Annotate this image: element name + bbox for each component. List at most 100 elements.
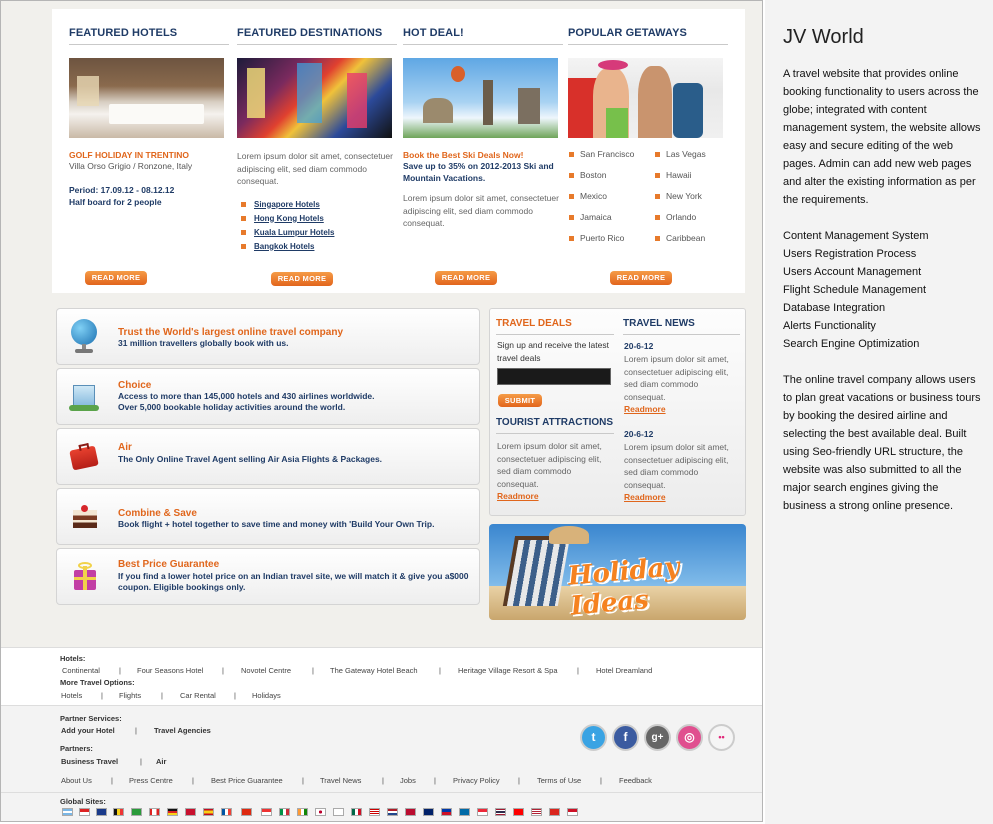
hot-deal-read-more-button[interactable]: READ MORE — [435, 271, 497, 285]
footer-link[interactable]: Jobs — [400, 776, 416, 785]
featured-destinations-heading: FEATURED DESTINATIONS — [237, 9, 397, 45]
getaway-link[interactable]: New York — [655, 191, 702, 201]
family-travel-image[interactable] — [568, 58, 723, 138]
footer-link[interactable]: Flights — [119, 691, 141, 700]
hotel-location: Villa Orso Grigio / Ronzone, Italy — [69, 161, 193, 171]
flag-icon[interactable] — [279, 808, 290, 816]
getaway-link[interactable]: Jamaica — [569, 212, 612, 222]
flag-icon[interactable] — [62, 808, 73, 816]
flag-icon[interactable] — [79, 808, 90, 816]
destination-link[interactable]: Kuala Lumpur Hotels — [237, 226, 397, 240]
holiday-ideas-banner[interactable]: Holiday Ideas — [489, 524, 746, 620]
footer-link[interactable]: Best Price Guarantee — [211, 776, 283, 785]
destination-link[interactable]: Singapore Hotels — [237, 198, 397, 212]
flag-icon[interactable] — [221, 808, 232, 816]
destination-link[interactable]: Bangkok Hotels — [237, 240, 397, 254]
getaways-read-more-button[interactable]: READ MORE — [610, 271, 672, 285]
getaway-link[interactable]: Orlando — [655, 212, 696, 222]
footer-link[interactable]: Add your Hotel — [61, 726, 115, 735]
getaway-link[interactable]: Caribbean — [655, 233, 705, 243]
flag-icon[interactable] — [261, 808, 272, 816]
partners-label: Partners: — [60, 744, 93, 753]
flag-icon[interactable] — [297, 808, 308, 816]
footer-link[interactable]: Travel News — [320, 776, 361, 785]
hotels-read-more-button[interactable]: READ MORE — [85, 271, 147, 285]
flag-icon[interactable] — [185, 808, 196, 816]
flag-icon[interactable] — [459, 808, 470, 816]
flag-icon[interactable] — [351, 808, 362, 816]
footer-link[interactable]: The Gateway Hotel Beach — [330, 666, 418, 675]
footer-link[interactable]: Privacy Policy — [453, 776, 500, 785]
flag-icon[interactable] — [203, 808, 214, 816]
flag-icon[interactable] — [423, 808, 434, 816]
footer-link[interactable]: Air — [156, 757, 166, 766]
dribbble-icon[interactable]: ◎ — [676, 724, 703, 751]
getaway-link[interactable]: Las Vegas — [655, 149, 706, 159]
flag-icon[interactable] — [405, 808, 416, 816]
hotel-offer-tag[interactable]: GOLF HOLIDAY IN TRENTINO — [69, 150, 229, 160]
footer-link[interactable]: Hotels — [61, 691, 82, 700]
footer-link[interactable]: About Us — [61, 776, 92, 785]
hotels-label: Hotels: — [60, 654, 86, 663]
footer-link[interactable]: Travel Agencies — [154, 726, 211, 735]
tourist-readmore-link[interactable]: Readmore — [497, 490, 539, 503]
flag-icon[interactable] — [241, 808, 252, 816]
flag-icon[interactable] — [567, 808, 578, 816]
flag-icon[interactable] — [513, 808, 524, 816]
world-landmarks-image[interactable] — [403, 58, 558, 138]
flag-icon[interactable] — [113, 808, 124, 816]
getaway-link[interactable]: San Francisco — [569, 149, 634, 159]
flag-icon[interactable] — [441, 808, 452, 816]
footer-link[interactable]: Holidays — [252, 691, 281, 700]
featured-hotels-column: FEATURED HOTELS GOLF HOLIDAY IN TRENTINO… — [69, 9, 229, 208]
flag-icon[interactable] — [149, 808, 160, 816]
footer-link[interactable]: Four Seasons Hotel — [137, 666, 203, 675]
footer-link[interactable]: Business Travel — [61, 757, 118, 766]
flag-icon[interactable] — [315, 808, 326, 816]
footer-link[interactable]: Press Centre — [129, 776, 173, 785]
destinations-read-more-button[interactable]: READ MORE — [271, 272, 333, 286]
hot-deal-column: HOT DEAL! Book the Best Ski Deals Now! S… — [403, 9, 563, 230]
suitcase-icon — [67, 442, 101, 476]
flag-icon[interactable] — [477, 808, 488, 816]
destination-link[interactable]: Hong Kong Hotels — [237, 212, 397, 226]
facebook-icon[interactable]: f — [612, 724, 639, 751]
flag-icon[interactable] — [531, 808, 542, 816]
flag-icon[interactable] — [131, 808, 142, 816]
news-readmore-link[interactable]: Readmore — [624, 403, 666, 416]
flag-icon[interactable] — [167, 808, 178, 816]
twitter-icon[interactable]: t — [580, 724, 607, 751]
flickr-icon[interactable]: •• — [708, 724, 735, 751]
feature-trust: Trust the World's largest online travel … — [56, 308, 480, 365]
cake-icon — [67, 500, 101, 534]
city-lights-image[interactable] — [237, 58, 392, 138]
getaway-link[interactable]: Hawaii — [655, 170, 692, 180]
news-readmore-link[interactable]: Readmore — [624, 491, 666, 504]
flag-icon[interactable] — [333, 808, 344, 816]
more-options-label: More Travel Options: — [60, 678, 135, 687]
footer-link[interactable]: Heritage Village Resort & Spa — [458, 666, 558, 675]
email-input[interactable] — [497, 368, 611, 385]
submit-button[interactable]: SUBMIT — [498, 394, 542, 407]
footer-link[interactable]: Continental — [62, 666, 100, 675]
flag-icon[interactable] — [495, 808, 506, 816]
footer-link[interactable]: Terms of Use — [537, 776, 581, 785]
footer-link[interactable]: Hotel Dreamland — [596, 666, 652, 675]
getaway-link[interactable]: Boston — [569, 170, 606, 180]
travel-news-heading: TRAVEL NEWS — [623, 318, 695, 329]
footer-link[interactable]: Feedback — [619, 776, 652, 785]
deals-news-panel: TRAVEL DEALS Sign up and receive the lat… — [489, 308, 746, 516]
ski-deal-tag[interactable]: Book the Best Ski Deals Now! — [403, 150, 563, 160]
footer-link[interactable]: Car Rental — [180, 691, 216, 700]
hotel-room-image[interactable] — [69, 58, 224, 138]
getaway-link[interactable]: Mexico — [569, 191, 607, 201]
google-plus-icon[interactable]: g+ — [644, 724, 671, 751]
global-sites-label: Global Sites: — [60, 797, 106, 806]
flag-icon[interactable] — [387, 808, 398, 816]
footer-partners: Partner Services: Add your Hotel | Trave… — [1, 705, 762, 821]
footer-link[interactable]: Novotel Centre — [241, 666, 291, 675]
getaway-link[interactable]: Puerto Rico — [569, 233, 624, 243]
flag-icon[interactable] — [96, 808, 107, 816]
flag-icon[interactable] — [549, 808, 560, 816]
flag-icon[interactable] — [369, 808, 380, 816]
